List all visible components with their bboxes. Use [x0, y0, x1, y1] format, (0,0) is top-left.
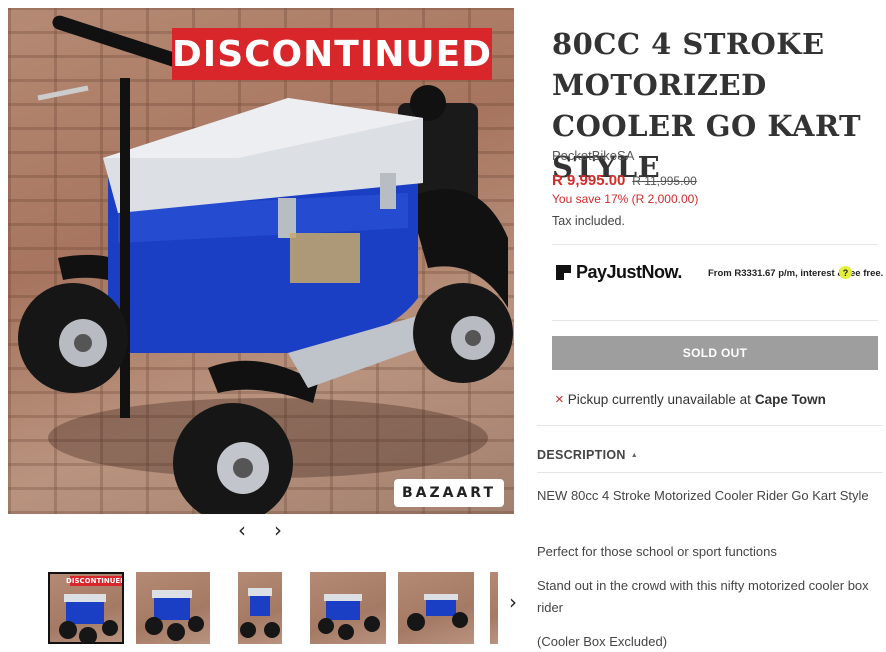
description-paragraph: (Cooler Box Excluded) — [537, 634, 668, 649]
payjustnow-brand: PayJustNow. — [576, 262, 682, 282]
divider — [537, 472, 883, 473]
divider — [537, 425, 883, 426]
description-paragraph: Perfect for those school or sport functi… — [537, 544, 777, 559]
wheel-rear-left — [18, 283, 128, 393]
thumbnail-kart-image — [318, 594, 380, 640]
thumbnail-3[interactable] — [238, 572, 282, 644]
divider — [552, 320, 878, 321]
description-header: DESCRIPTION — [537, 448, 626, 462]
wheel-front-right — [413, 283, 513, 383]
thumbnail-1[interactable]: DISCONTINUED — [48, 572, 124, 644]
thumbnail-discontinued-banner: DISCONTINUED — [66, 576, 124, 586]
payjustnow-logo: PayJustNow. — [556, 262, 682, 283]
sold-out-button[interactable]: SOLD OUT — [552, 336, 878, 370]
compare-price: R 11,995.00 — [632, 174, 697, 188]
price-line: R 9,995.00 R 11,995.00 — [552, 172, 697, 189]
main-product-image[interactable]: DISCONTINUED BAZAART — [8, 8, 514, 514]
description-paragraph: Stand out in the crowd with this nifty m… — [537, 578, 869, 615]
divider — [552, 244, 878, 245]
previous-image-arrow-icon[interactable]: ‹ — [231, 518, 253, 542]
vendor-link[interactable]: PocketBikeSA — [552, 148, 634, 163]
bazaart-watermark: BAZAART — [394, 479, 504, 507]
pickup-availability: × Pickup currently unavailable at Cape T… — [555, 391, 826, 408]
product-title: 80CC 4 STROKE MOTORIZED COOLER GO KART S… — [552, 27, 862, 184]
description-toggle[interactable]: DESCRIPTION ▲ — [537, 448, 638, 462]
payjustnow-offer: From R3331.67 p/m, interest & fee free. — [708, 268, 884, 279]
thumbnail-kart-image — [145, 590, 204, 641]
thumbnail-2[interactable] — [136, 572, 210, 644]
pickup-location: Cape Town — [754, 392, 826, 407]
next-image-arrow-icon[interactable]: › — [267, 518, 289, 542]
tax-note: Tax included. — [552, 214, 625, 228]
unavailable-x-icon: × — [555, 391, 564, 408]
discontinued-banner: DISCONTINUED — [172, 28, 492, 80]
thumbnail-kart-image — [407, 594, 468, 631]
payjustnow-help-icon[interactable]: ? — [839, 266, 852, 279]
description-paragraph: NEW 80cc 4 Stroke Motorized Cooler Rider… — [537, 488, 869, 503]
payjustnow-mark-icon — [556, 265, 571, 280]
savings-text: You save 17% (R 2,000.00) — [552, 192, 699, 206]
thumbnail-next-arrow-icon[interactable]: › — [502, 590, 524, 614]
thumbnail-6-partial[interactable] — [490, 572, 498, 644]
thumbnail-4[interactable] — [310, 572, 386, 644]
caret-up-icon: ▲ — [630, 451, 638, 459]
go-kart-illustration — [18, 15, 513, 514]
sale-price: R 9,995.00 — [552, 172, 626, 189]
thumbnail-kart-image — [240, 588, 280, 638]
thumbnail-5[interactable] — [398, 572, 474, 644]
pickup-text: Pickup currently unavailable at — [567, 392, 751, 407]
